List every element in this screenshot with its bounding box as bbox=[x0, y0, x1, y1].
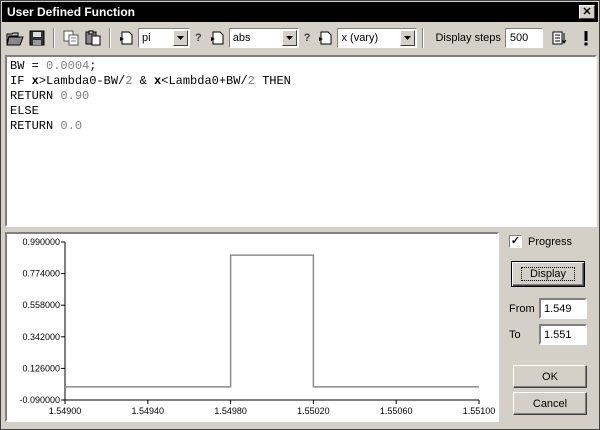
code-line: IF x>Lambda0-BW/2 & x<Lambda0+BW/2 THEN bbox=[10, 74, 291, 88]
function-plot-panel: 0.990000 0.774000 0.558000 0.342000 0.126000… bbox=[5, 232, 499, 422]
x-tick-label: 1.55020 bbox=[297, 406, 330, 416]
save-button[interactable] bbox=[26, 27, 48, 49]
paste-icon bbox=[85, 30, 101, 46]
insert-constant-button[interactable] bbox=[116, 27, 138, 49]
code-line: RETURN 0.90 bbox=[10, 89, 90, 103]
y-tick-label: 0.558000 bbox=[22, 300, 60, 310]
copy-icon bbox=[63, 30, 79, 46]
toolbar: pi ? abs ? x (vary) Display steps 500 bbox=[4, 25, 598, 51]
x-tick-label: 1.54900 bbox=[49, 406, 82, 416]
progress-checkbox-row[interactable]: ✓ Progress bbox=[509, 235, 597, 248]
code-editor[interactable]: BW = 0.0004; IF x>Lambda0-BW/2 & x<Lambda… bbox=[5, 55, 597, 227]
code-line: ELSE bbox=[10, 104, 39, 118]
to-row: To 1.551 bbox=[509, 324, 587, 345]
user-defined-function-window: User Defined Function ✕ pi ? abs ? x (va… bbox=[0, 0, 600, 430]
open-folder-icon bbox=[6, 32, 24, 46]
function-group: abs bbox=[207, 27, 299, 49]
execute-button[interactable] bbox=[575, 27, 597, 49]
to-input[interactable]: 1.551 bbox=[539, 324, 587, 345]
sort-list-icon bbox=[552, 31, 567, 45]
insert-page-icon bbox=[210, 31, 224, 45]
chevron-down-icon[interactable] bbox=[400, 30, 416, 46]
copy-button[interactable] bbox=[60, 27, 82, 49]
ok-button-label: OK bbox=[542, 370, 558, 383]
insert-page-icon bbox=[120, 31, 133, 45]
sort-button[interactable] bbox=[549, 27, 571, 49]
window-title: User Defined Function bbox=[7, 5, 136, 19]
toolbar-separator bbox=[109, 28, 111, 48]
progress-checkbox[interactable]: ✓ bbox=[509, 235, 522, 248]
progress-label: Progress bbox=[528, 235, 573, 248]
x-tick-label: 1.54980 bbox=[214, 406, 247, 416]
x-tick-label: 1.54940 bbox=[132, 406, 165, 416]
function-select[interactable]: abs bbox=[228, 28, 299, 48]
display-button-label: Display bbox=[520, 267, 576, 281]
code-line: BW = 0.0004; bbox=[10, 59, 97, 73]
chevron-down-icon[interactable] bbox=[173, 30, 188, 46]
display-button[interactable]: Display bbox=[511, 261, 585, 287]
x-tick-label: 1.55060 bbox=[380, 406, 413, 416]
constant-select-value: pi bbox=[142, 32, 151, 44]
function-select-value: abs bbox=[232, 32, 251, 44]
display-steps-input[interactable]: 500 bbox=[504, 28, 543, 48]
y-tick-label: -0.090000 bbox=[19, 395, 60, 405]
y-tick-label: 0.774000 bbox=[22, 269, 60, 279]
function-plot: 0.990000 0.774000 0.558000 0.342000 0.126000… bbox=[19, 237, 496, 416]
variable-select-value: x (vary) bbox=[341, 32, 379, 44]
cancel-button[interactable]: Cancel bbox=[513, 392, 587, 415]
variable-select[interactable]: x (vary) bbox=[337, 28, 418, 48]
constant-group: pi bbox=[116, 27, 190, 49]
code-line: RETURN 0.0 bbox=[10, 119, 83, 133]
insert-variable-button[interactable] bbox=[315, 27, 337, 49]
title-bar[interactable]: User Defined Function ✕ bbox=[2, 2, 598, 22]
from-row: From 1.549 bbox=[509, 298, 587, 319]
x-tick-label: 1.55100 bbox=[463, 406, 496, 416]
side-panel: ✓ Progress Display From 1.549 To 1.551 O… bbox=[505, 233, 597, 423]
constant-help-icon[interactable]: ? bbox=[195, 32, 202, 44]
toolbar-separator bbox=[422, 28, 425, 48]
close-button[interactable]: ✕ bbox=[579, 5, 595, 19]
open-folder-button[interactable] bbox=[4, 27, 26, 49]
paste-button[interactable] bbox=[82, 27, 104, 49]
y-tick-label: 0.126000 bbox=[22, 363, 60, 373]
close-icon: ✕ bbox=[582, 5, 592, 18]
checkmark-icon: ✓ bbox=[510, 235, 521, 247]
from-label: From bbox=[509, 302, 535, 315]
toolbar-separator bbox=[53, 28, 55, 48]
display-steps-label: Display steps bbox=[435, 32, 501, 44]
cancel-button-label: Cancel bbox=[532, 397, 568, 410]
ok-button[interactable]: OK bbox=[513, 365, 587, 388]
function-series-line bbox=[65, 254, 479, 388]
to-label: To bbox=[509, 328, 521, 341]
save-icon bbox=[29, 30, 45, 46]
insert-page-icon bbox=[319, 31, 332, 45]
constant-select[interactable]: pi bbox=[138, 28, 190, 48]
chevron-down-icon[interactable] bbox=[281, 30, 297, 46]
variable-group: x (vary) bbox=[315, 27, 418, 49]
y-tick-label: 0.990000 bbox=[22, 237, 60, 247]
exclamation-icon bbox=[584, 31, 588, 46]
from-input[interactable]: 1.549 bbox=[539, 298, 587, 319]
insert-function-button[interactable] bbox=[207, 27, 229, 49]
y-tick-label: 0.342000 bbox=[22, 332, 60, 342]
function-help-icon[interactable]: ? bbox=[304, 32, 311, 44]
